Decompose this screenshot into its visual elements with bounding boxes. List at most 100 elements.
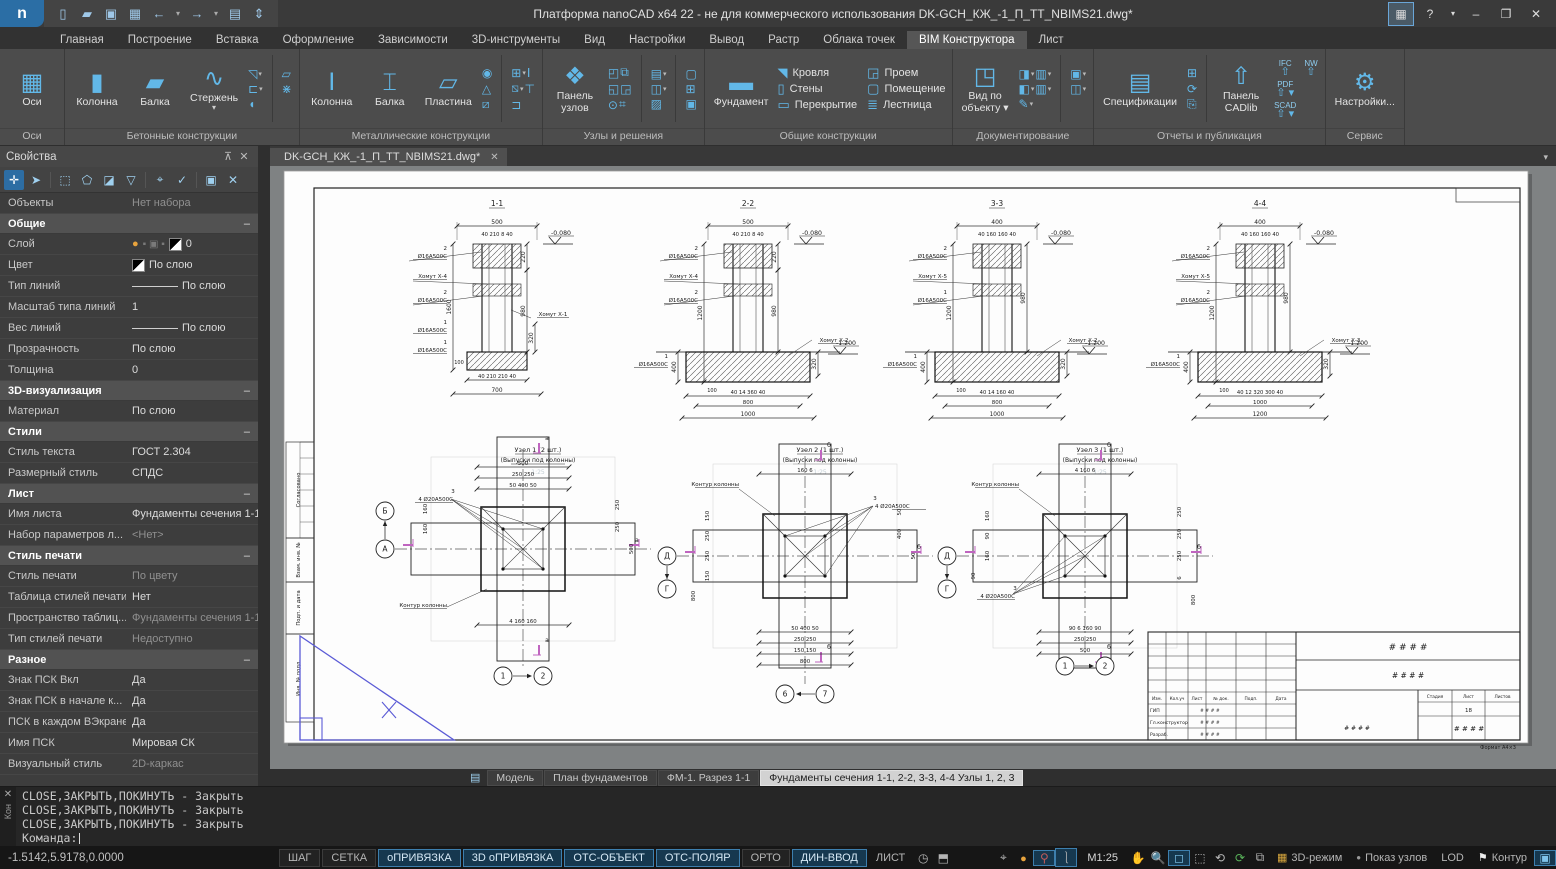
ribbon-button-Спецификации[interactable]: ▤ Спецификации (1100, 69, 1180, 109)
ribbon-small-button[interactable]: ▨ (650, 97, 668, 111)
copy-view-icon[interactable]: ⧉ (1250, 850, 1270, 865)
highlight-lamp-icon[interactable]: ● (1013, 851, 1033, 865)
viewport-scale[interactable]: М1:25 (1077, 852, 1128, 864)
property-value[interactable]: Да (126, 695, 258, 707)
marquee-icon[interactable]: ⬚ (55, 170, 75, 190)
ribbon-button-Пластина[interactable]: ▱ Пластина (422, 69, 475, 109)
dropdown-arrow-icon[interactable]: ▾ (1031, 85, 1035, 93)
status-toggle-ШАГ[interactable]: ШАГ (279, 848, 321, 867)
dropdown-arrow-icon[interactable]: ▾ (1048, 70, 1052, 78)
numbering-icon[interactable]: ▤ (651, 67, 662, 81)
mark-icon[interactable]: ▥ (1035, 67, 1046, 81)
ribbon-small-button[interactable]: ⟳ (1186, 82, 1198, 96)
t-profile-icon[interactable]: ⊤ (524, 82, 534, 96)
ribbon-small-button[interactable]: ▢ (684, 67, 697, 81)
minimize-button[interactable]: – (1462, 3, 1490, 25)
status-toggle-СЕТКА[interactable]: СЕТКА (322, 848, 377, 867)
screen-mode-icon[interactable]: ▣ (1534, 849, 1556, 866)
properties-section-Общие[interactable]: Общие – (0, 214, 258, 234)
quick-select-icon[interactable]: ◪ (99, 170, 119, 190)
ribbon-list-item-Помещение[interactable]: ▢ Помещение (867, 81, 945, 97)
ucs-toggle-icon[interactable]: ⎱ (1055, 848, 1078, 867)
menu-tab-Оформление[interactable]: Оформление (271, 31, 366, 49)
save-all-icon[interactable]: ▦ (126, 5, 144, 23)
menu-tab-Настройки[interactable]: Настройки (617, 31, 697, 49)
ribbon-small-button[interactable]: ◫ ▾ (1069, 82, 1087, 96)
property-value[interactable]: Да (126, 716, 258, 728)
doc-edit-icon[interactable]: ✎ (1019, 97, 1029, 111)
refresh-report-icon[interactable]: ⟳ (1187, 82, 1197, 96)
document-tab[interactable]: DK-GCH_КЖ_-1_П_ТТ_NBIMS21.dwg* ✕ (270, 148, 507, 166)
ribbon-small-button[interactable]: ◧ ▾ ▥ ▾ (1018, 82, 1053, 96)
regen-icon[interactable]: ⟳ (1230, 851, 1250, 865)
layer-freeze-icon[interactable]: ▪ ▣ ▪ (143, 239, 165, 250)
layer-on-lamp-icon[interactable]: ● (132, 238, 139, 250)
ribbon-button-Балка[interactable]: ▰ Балка (129, 69, 181, 109)
menu-tab-Облака точек[interactable]: Облака точек (811, 31, 907, 49)
properties-section-Стили[interactable]: Стили – (0, 422, 258, 442)
redo-icon[interactable]: → (188, 5, 206, 23)
sheet-note-icon[interactable]: ▨ (651, 97, 662, 111)
ribbon-small-button[interactable]: ⧄ (481, 97, 493, 112)
property-value[interactable]: 2D-каркас (126, 758, 258, 770)
property-value[interactable]: Фундаменты сечения 1-1... (126, 508, 258, 520)
restore-button[interactable]: ❐ (1492, 3, 1520, 25)
bolt-icon[interactable]: ◉ (482, 66, 492, 80)
sheet-mode-label[interactable]: ЛИСТ (868, 850, 913, 866)
viewport-icon[interactable]: ▢ (685, 67, 696, 81)
ribbon-list-item-Лестница[interactable]: ≣ Лестница (867, 97, 945, 113)
ribbon-small-button[interactable]: ✎ ▾ (1018, 97, 1053, 111)
status-toggle-ДИН-ВВОД[interactable]: ДИН-ВВОД (791, 848, 867, 867)
reinforcement-icon[interactable]: ⋇ (282, 82, 292, 96)
dropdown-arrow-icon[interactable]: ▾ (258, 70, 262, 78)
doc-section-icon[interactable]: ◧ (1019, 82, 1030, 96)
property-value[interactable]: По цвету (126, 570, 258, 582)
collapse-icon[interactable]: – (244, 654, 258, 666)
customize-icon[interactable]: ⇕ (250, 5, 268, 23)
properties-section-3D-визуализация[interactable]: 3D-визуализация – (0, 381, 258, 401)
ribbon-small-button[interactable]: ⊞ (684, 82, 697, 96)
command-prompt[interactable]: Команда: (22, 831, 1550, 846)
status-toggle-ОРТО[interactable]: ОРТО (741, 848, 790, 867)
property-value[interactable]: По слою (126, 343, 258, 355)
drawing-svg[interactable]: СогласованоВзам. инв. №Подп. и датаИнв. … (270, 166, 1556, 752)
node-bolt-icon[interactable]: ⊙ (608, 98, 618, 112)
property-value[interactable]: ● ▪ ▣ ▪ 0 (126, 237, 258, 251)
menu-tab-Лист[interactable]: Лист (1027, 31, 1076, 49)
command-close-icon[interactable]: ✕ (4, 789, 12, 800)
ribbon-small-button[interactable]: ⊏ ▾ (247, 82, 264, 96)
slab-panel-icon[interactable]: ▱ (282, 67, 291, 81)
new-file-icon[interactable]: ▯ (54, 5, 72, 23)
marquee-poly-icon[interactable]: ⬠ (77, 170, 97, 190)
ribbon-button-Оси[interactable]: ▦ Оси (6, 69, 58, 109)
help-button[interactable]: ? (1416, 3, 1444, 25)
undo-icon[interactable]: ← (150, 5, 168, 23)
ribbon-small-button[interactable]: ▣ (684, 97, 697, 111)
layout-list-icon[interactable]: ▤ (470, 771, 480, 784)
menu-tab-Вставка[interactable]: Вставка (204, 31, 271, 49)
menu-tab-Вид[interactable]: Вид (572, 31, 617, 49)
menu-tab-Зависимости[interactable]: Зависимости (366, 31, 460, 49)
property-value[interactable]: Мировая СК (126, 737, 258, 749)
link-report-icon[interactable]: ⎘ (1187, 97, 1197, 112)
toolbar-style-icon[interactable]: ▦ (1388, 1, 1414, 26)
status-mode-Показ узлов[interactable]: ● Показ узлов (1349, 852, 1434, 864)
ribbon-small-button[interactable]: ◉ (481, 66, 493, 80)
filter-icon[interactable]: ▽ (121, 170, 141, 190)
close-panel-icon[interactable]: ✕ (236, 150, 252, 163)
brace-icon[interactable]: ⧄ (482, 97, 490, 112)
close-button[interactable]: ✕ (1522, 3, 1550, 25)
viewport-clip-icon[interactable]: ▣ (685, 97, 696, 111)
property-value[interactable]: По слою (126, 405, 258, 417)
node-anchor-icon[interactable]: ◱ (608, 82, 619, 96)
zoom-window-icon[interactable]: ◻ (1167, 849, 1190, 866)
layout-tab-Модель[interactable]: Модель (487, 769, 544, 786)
properties-section-Лист[interactable]: Лист – (0, 484, 258, 504)
redo-menu-icon[interactable]: ▾ (212, 5, 220, 23)
point-icon[interactable]: ⌖ (150, 170, 170, 190)
properties-section-Стиль печати[interactable]: Стиль печати – (0, 546, 258, 566)
nanocad-logo-icon[interactable]: n (0, 0, 44, 27)
ribbon-button-Стержень[interactable]: ∿ Стержень ▾ (187, 65, 241, 112)
select-add-icon[interactable]: ✛ (4, 169, 24, 190)
selection-cycling-icon[interactable]: ⌖ (993, 850, 1013, 865)
